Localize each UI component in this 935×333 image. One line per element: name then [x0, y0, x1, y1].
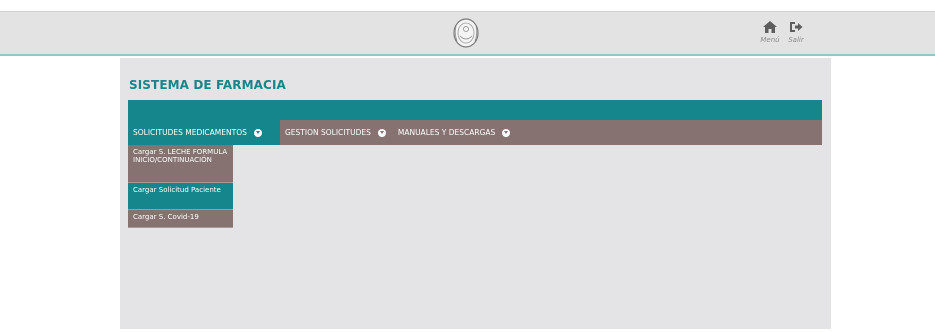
exit-label: Salir: [788, 36, 804, 44]
menu-manuales-descargas[interactable]: MANUALES Y DESCARGAS: [393, 120, 517, 145]
menu-item-label: GESTION SOLICITUDES: [285, 128, 371, 137]
provincial-seal-icon: [453, 18, 479, 48]
menu-label: Menú: [760, 36, 780, 44]
menu-item-label: MANUALES Y DESCARGAS: [397, 128, 496, 137]
dropdown-item-leche-formula[interactable]: Cargar S. LECHE FORMULA INICIO/CONTINUAC…: [128, 145, 233, 183]
menu-gestion-solicitudes[interactable]: GESTION SOLICITUDES: [280, 120, 393, 145]
header-band: [128, 100, 822, 120]
solicitudes-dropdown: Cargar S. LECHE FORMULA INICIO/CONTINUAC…: [128, 145, 233, 228]
main-menu: SOLICITUDES MEDICAMENTOS GESTION SOLICIT…: [128, 120, 822, 145]
page-title: SISTEMA DE FARMACIA: [129, 78, 286, 92]
home-icon: [763, 21, 777, 33]
menu-item-label: SOLICITUDES MEDICAMENTOS: [133, 128, 247, 137]
chevron-down-icon: [377, 128, 386, 137]
dropdown-item-covid-19[interactable]: Cargar S. Covid-19: [128, 210, 233, 228]
top-header: Menú Salir: [0, 11, 935, 56]
sign-out-icon: [790, 22, 803, 32]
dropdown-item-solicitud-paciente[interactable]: Cargar Solicitud Paciente: [128, 183, 233, 210]
chevron-down-icon: [253, 128, 262, 137]
chevron-down-icon: [502, 128, 511, 137]
menu-solicitudes-medicamentos[interactable]: SOLICITUDES MEDICAMENTOS: [128, 120, 280, 145]
main-panel: SISTEMA DE FARMACIA SOLICITUDES MEDICAME…: [120, 58, 831, 329]
exit-button[interactable]: Salir: [785, 20, 807, 44]
menu-button[interactable]: Menú: [759, 20, 781, 44]
